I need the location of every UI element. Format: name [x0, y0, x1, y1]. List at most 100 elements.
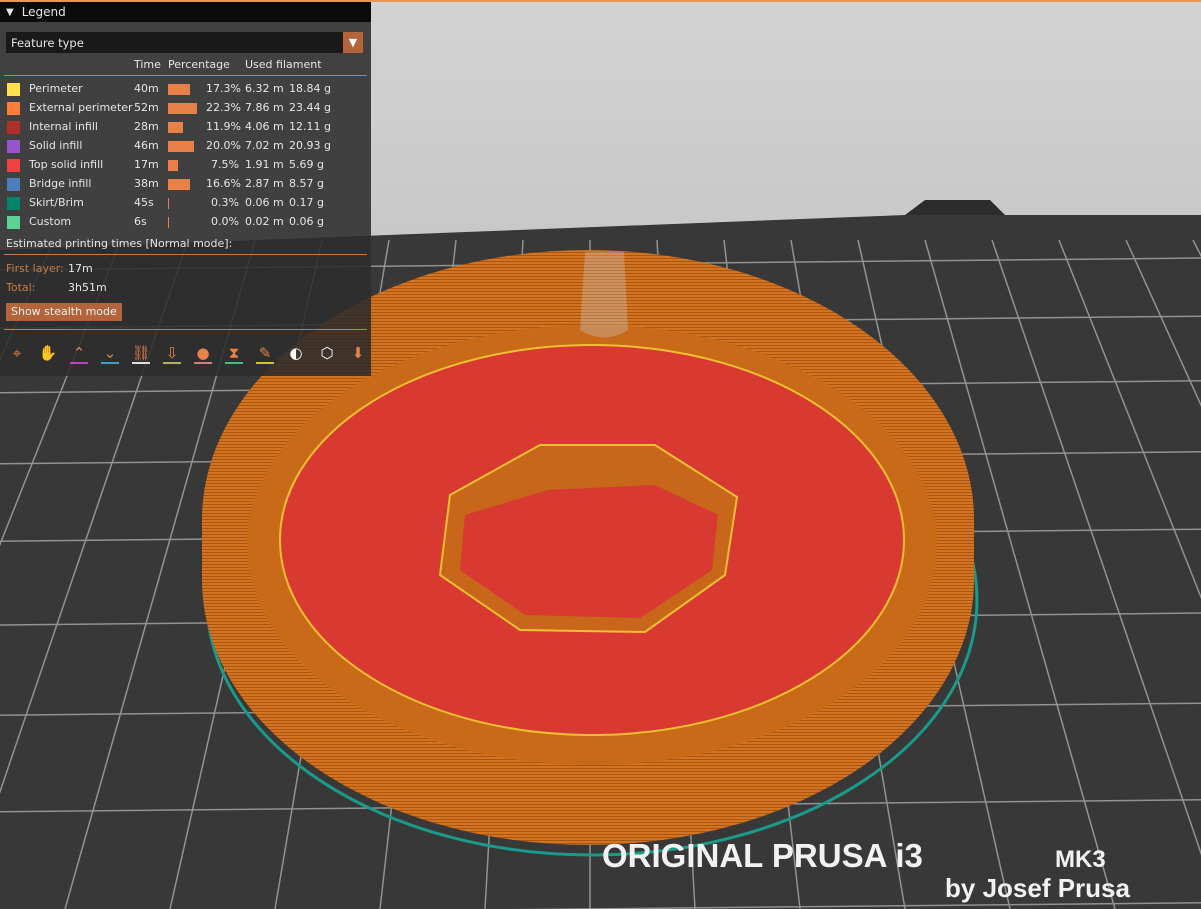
percentage-bar — [168, 198, 169, 209]
legend-row[interactable]: Top solid infill 17m 7.5% 1.91 m 5.69 g — [0, 156, 371, 175]
feature-time: 28m — [134, 120, 159, 133]
feature-percentage: 0.0% — [211, 215, 239, 228]
legend-row[interactable]: Skirt/Brim 45s 0.3% 0.06 m 0.17 g — [0, 194, 371, 213]
underline — [194, 362, 212, 364]
legend-title: Legend — [21, 5, 66, 19]
feature-length: 1.91 m — [245, 158, 284, 171]
feature-percentage: 16.6% — [206, 177, 241, 190]
percentage-bar — [168, 103, 197, 114]
feature-weight: 0.06 g — [289, 215, 324, 228]
feature-time: 6s — [134, 215, 147, 228]
first-layer-value: 17m — [68, 262, 93, 275]
underline — [70, 362, 88, 364]
legend-panel: ▼ Legend Feature type ▼ Time Percentage Us… — [0, 2, 371, 376]
underline — [163, 362, 181, 364]
legend-row[interactable]: Internal infill 28m 11.9% 4.06 m 12.11 g — [0, 118, 371, 137]
color-swatch — [7, 121, 20, 134]
feature-weight: 20.93 g — [289, 139, 331, 152]
legend-column-headers: Time Percentage Used filament — [0, 58, 371, 74]
feature-weight: 8.57 g — [289, 177, 324, 190]
tool-changes-icon[interactable]: ⇩ — [159, 340, 185, 366]
total-label: Total: — [6, 281, 36, 294]
underline — [225, 362, 243, 364]
percentage-bar — [168, 217, 169, 228]
percentage-bar — [168, 84, 191, 95]
color-changes-icon[interactable]: ● — [190, 340, 216, 366]
travel-icon[interactable]: ⌖ — [4, 340, 30, 366]
percentage-bar — [168, 179, 190, 190]
feature-weight: 18.84 g — [289, 82, 331, 95]
dropdown-arrow-icon[interactable]: ▼ — [343, 32, 363, 53]
col-percentage: Percentage — [168, 58, 230, 71]
feature-weight: 23.44 g — [289, 101, 331, 114]
feature-label: Bridge infill — [29, 177, 92, 190]
legend-row[interactable]: Perimeter 40m 17.3% 6.32 m 18.84 g — [0, 80, 371, 99]
feature-length: 7.02 m — [245, 139, 284, 152]
retractions-icon[interactable]: ⌃ — [66, 340, 92, 366]
brand-mk: MK3 — [1055, 846, 1106, 873]
feature-label: Top solid infill — [29, 158, 104, 171]
collapse-triangle-icon[interactable]: ▼ — [6, 7, 14, 18]
deretractions-icon[interactable]: ⌄ — [97, 340, 123, 366]
view-type-value: Feature type — [11, 35, 84, 50]
feature-length: 0.06 m — [245, 196, 284, 209]
brand-line2: by Josef Prusa — [945, 873, 1131, 903]
percentage-bar — [168, 160, 178, 171]
center-of-gravity-icon[interactable]: ◐ — [283, 340, 309, 366]
color-swatch — [7, 216, 20, 229]
feature-length: 6.32 m — [245, 82, 284, 95]
feature-weight: 5.69 g — [289, 158, 324, 171]
col-used-filament: Used filament — [245, 58, 322, 71]
feature-percentage: 20.0% — [206, 139, 241, 152]
feature-label: Internal infill — [29, 120, 98, 133]
feature-length: 0.02 m — [245, 215, 284, 228]
color-swatch — [7, 178, 20, 191]
shells-icon[interactable]: ⬡ — [314, 340, 340, 366]
divider — [4, 75, 367, 76]
color-swatch — [7, 159, 20, 172]
view-type-select[interactable]: Feature type ▼ — [6, 32, 363, 53]
first-layer-label: First layer: — [6, 262, 64, 275]
legend-row[interactable]: External perimeter 52m 22.3% 7.86 m 23.4… — [0, 99, 371, 118]
feature-percentage: 7.5% — [211, 158, 239, 171]
percentage-bar — [168, 122, 184, 133]
feature-time: 40m — [134, 82, 159, 95]
underline — [256, 362, 274, 364]
estimated-times-title: Estimated printing times [Normal mode]: — [6, 237, 233, 250]
feature-percentage: 17.3% — [206, 82, 241, 95]
feature-percentage: 11.9% — [206, 120, 241, 133]
options-toolbar: ⌖ ✋ ⌃ ⌄ ⛓ ⇩ ● ⧗ ✎ ◐ ⬡ ⬇ — [4, 340, 371, 366]
color-swatch — [7, 197, 20, 210]
pause-prints-icon[interactable]: ⧗ — [221, 340, 247, 366]
legend-header[interactable]: ▼ Legend — [0, 2, 371, 22]
feature-time: 52m — [134, 101, 159, 114]
feature-label: Skirt/Brim — [29, 196, 84, 209]
underline — [132, 362, 150, 364]
seams-icon[interactable]: ⛓ — [128, 340, 154, 366]
percentage-bar — [168, 141, 194, 152]
feature-length: 4.06 m — [245, 120, 284, 133]
color-swatch — [7, 102, 20, 115]
divider — [4, 329, 367, 330]
feature-label: Custom — [29, 215, 72, 228]
feature-time: 17m — [134, 158, 159, 171]
legend-row[interactable]: Bridge infill 38m 16.6% 2.87 m 8.57 g — [0, 175, 371, 194]
feature-time: 46m — [134, 139, 159, 152]
feature-label: Solid infill — [29, 139, 83, 152]
brand-line1: ORIGINAL PRUSA i3 — [602, 837, 923, 874]
underline — [101, 362, 119, 364]
divider — [4, 254, 367, 255]
wipe-icon[interactable]: ✋ — [35, 340, 61, 366]
feature-length: 7.86 m — [245, 101, 284, 114]
tool-marker-icon[interactable]: ⬇ — [345, 340, 371, 366]
feature-label: Perimeter — [29, 82, 83, 95]
custom-gcodes-icon[interactable]: ✎ — [252, 340, 278, 366]
legend-row[interactable]: Solid infill 46m 20.0% 7.02 m 20.93 g — [0, 137, 371, 156]
feature-weight: 0.17 g — [289, 196, 324, 209]
feature-percentage: 22.3% — [206, 101, 241, 114]
show-stealth-mode-button[interactable]: Show stealth mode — [6, 303, 122, 321]
legend-row[interactable]: Custom 6s 0.0% 0.02 m 0.06 g — [0, 213, 371, 232]
feature-label: External perimeter — [29, 101, 133, 114]
feature-weight: 12.11 g — [289, 120, 331, 133]
feature-length: 2.87 m — [245, 177, 284, 190]
